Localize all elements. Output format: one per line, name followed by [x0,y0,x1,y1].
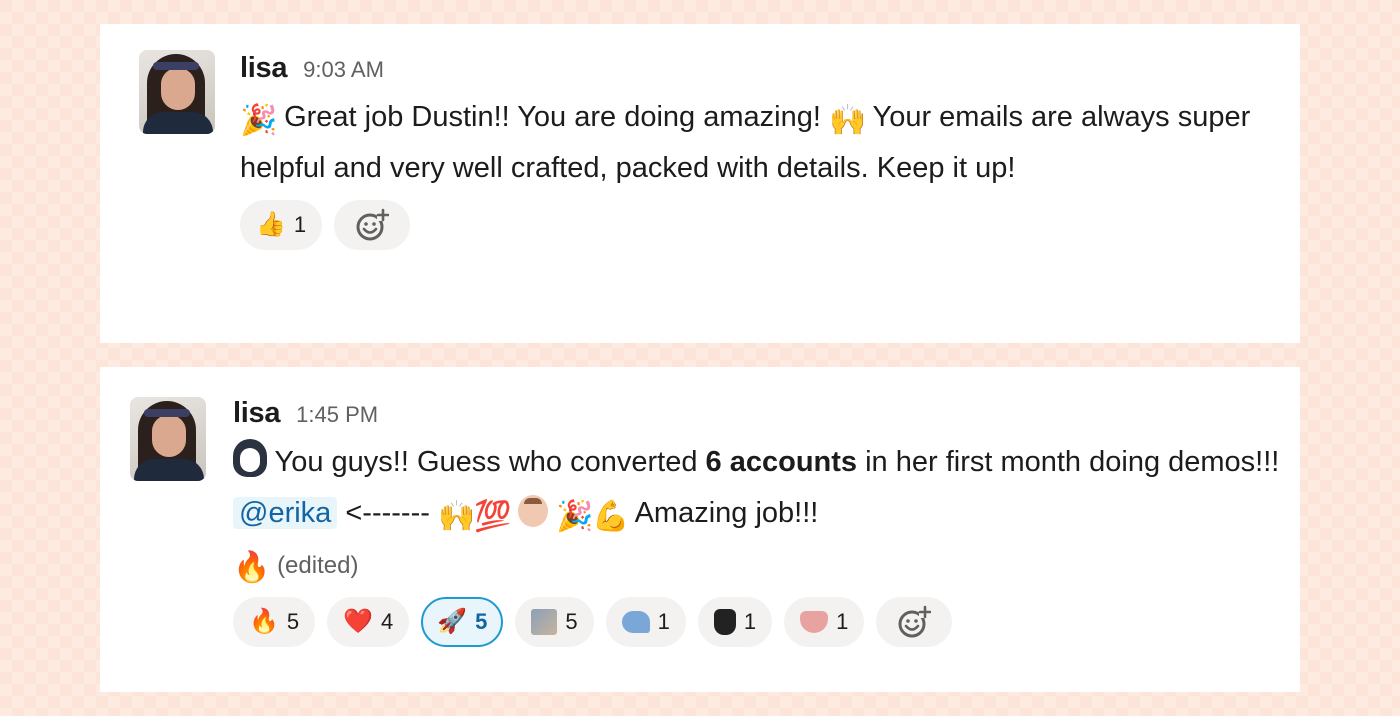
reaction-count: 5 [475,609,488,634]
username[interactable]: lisa [233,397,280,430]
reaction-black-cat[interactable]: 1 [697,597,773,647]
reaction-heart[interactable]: ❤️ 4 [327,597,410,647]
message-content: lisa 9:03 AM 🎉 Great job Dustin!! You ar… [240,52,1280,250]
user-mention[interactable]: @erika [233,497,338,529]
custom-face-icon [518,495,549,527]
message-text-part: Amazing job!!! [634,497,819,529]
reaction-count: 5 [286,609,300,634]
reactions-bar: 🔥 5 ❤️ 4 🚀 5 5 1 1 1 [233,597,1283,647]
message-text-part: <------- [345,497,430,529]
avatar-face [152,415,186,457]
message-text-part: in her first month doing demos!!! [865,446,1280,478]
message-header: lisa 9:03 AM [240,52,1280,90]
reaction-rocket[interactable]: 🚀 5 [421,597,504,647]
rocket-icon: 🚀 [437,608,468,635]
reaction-pig-snout[interactable]: 1 [784,597,865,647]
avatar-headband [153,62,199,70]
blue-bird-icon [621,611,650,633]
avatar-shirt [143,112,213,134]
timestamp[interactable]: 9:03 AM [303,57,384,83]
flexed-biceps-icon: 💪 [592,500,630,533]
message-text: 🎉 Great job Dustin!! You are doing amazi… [240,92,1280,194]
message-text: You guys!! Guess who converted 6 account… [233,437,1283,591]
reaction-count: 5 [565,609,578,634]
reaction-count: 1 [657,609,670,634]
message-text-part: Great job Dustin!! You are doing amazing… [284,101,821,133]
message-card: lisa 9:03 AM 🎉 Great job Dustin!! You ar… [100,24,1300,343]
thumbs-up-icon: 👍 [256,211,286,238]
raised-hands-icon: 🙌 [437,500,476,533]
message-header: lisa 1:45 PM [233,397,1283,435]
message-card: lisa 1:45 PM You guys!! Guess who conver… [100,367,1300,692]
fire-icon: 🔥 [233,551,271,584]
penguin-icon [233,439,267,477]
reactions-bar: 👍 1 [240,200,1280,250]
timestamp[interactable]: 1:45 PM [296,402,378,428]
add-reaction-icon [356,208,390,241]
party-popper-icon: 🎉 [240,104,278,137]
reaction-count: 4 [381,609,394,634]
message-text-bold: 6 accounts [705,446,858,478]
avatar[interactable] [130,397,206,481]
heart-icon: ❤️ [343,608,374,635]
message-content: lisa 1:45 PM You guys!! Guess who conver… [233,397,1283,647]
avatar-headband [144,409,190,417]
black-cat-icon [713,609,736,635]
raised-hands-icon: 🙌 [828,104,867,137]
username[interactable]: lisa [240,52,287,85]
reaction-count: 1 [743,609,757,634]
avatar-shirt [134,459,204,481]
reaction-count: 1 [293,212,307,237]
reaction-fire[interactable]: 🔥 5 [233,597,316,647]
party-popper-icon: 🎉 [556,500,594,533]
reaction-custom-photo[interactable]: 5 [515,597,594,647]
pig-snout-icon [800,611,829,633]
avatar-face [161,68,195,110]
reaction-count: 1 [836,609,849,634]
fire-icon: 🔥 [249,608,279,635]
add-reaction-icon [898,605,932,638]
add-reaction-button[interactable] [334,200,411,250]
avatar[interactable] [139,50,215,134]
custom-photo-icon [531,609,558,635]
add-reaction-button[interactable] [876,597,953,647]
hundred-points-icon: 💯 [473,500,512,533]
message-text-part: You guys!! Guess who converted [274,446,698,478]
reaction-thumbs-up[interactable]: 👍 1 [240,200,323,250]
edited-label: (edited) [277,552,359,579]
reaction-blue-bird[interactable]: 1 [605,597,686,647]
